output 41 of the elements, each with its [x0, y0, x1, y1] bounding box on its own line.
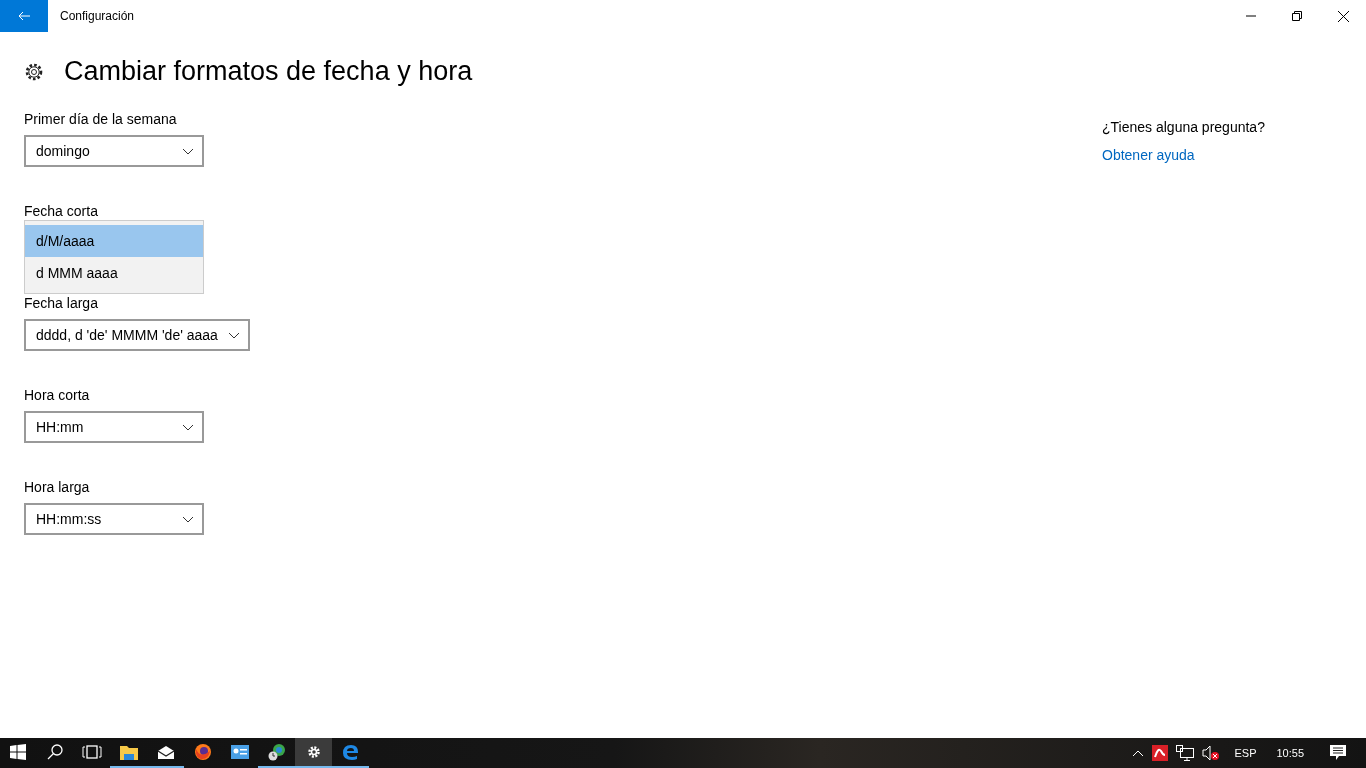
dropdown[interactable]: dddd, d 'de' MMMM 'de' aaaa: [24, 319, 250, 351]
contact-card-icon: [230, 745, 249, 759]
back-arrow-icon: [18, 11, 30, 21]
clock[interactable]: 10:55: [1270, 747, 1310, 759]
field-label: Fecha corta: [24, 203, 98, 219]
field-label: Primer día de la semana: [24, 111, 177, 127]
restore-icon: [1292, 11, 1302, 21]
close-icon: [1337, 10, 1349, 22]
chevron-down-icon: [182, 423, 194, 431]
chevron-down-icon: [182, 147, 194, 155]
settings-icon: [306, 745, 321, 759]
network-icon: [1176, 745, 1195, 761]
fox-globe-icon: [193, 743, 212, 761]
dropdown-option[interactable]: d/M/aaaa: [25, 225, 203, 257]
search-icon: [46, 744, 63, 760]
field-label: Hora larga: [24, 479, 90, 495]
globe-clock-icon: [267, 743, 286, 761]
chevron-up-icon: [1132, 749, 1145, 757]
language-indicator[interactable]: ESP: [1228, 747, 1263, 759]
task-view-icon: [81, 745, 102, 759]
field-label: Hora corta: [24, 387, 90, 403]
windows-logo-icon: [10, 744, 26, 760]
browser-e-icon: [342, 743, 359, 761]
taskbar-app[interactable]: [295, 738, 332, 768]
page-title: Cambiar formatos de fecha y hora: [64, 56, 473, 87]
dropdown[interactable]: domingo: [24, 135, 204, 167]
settings-icon: [24, 61, 44, 82]
dropdown[interactable]: HH:mm:ss: [24, 503, 204, 535]
chevron-down-icon: [182, 515, 194, 523]
notification-icon: [1330, 744, 1346, 760]
dropdown-option[interactable]: d MMM aaaa: [25, 257, 203, 289]
field-label: Fecha larga: [24, 295, 98, 311]
help-question: ¿Tienes alguna pregunta?: [1102, 119, 1265, 135]
envelope-icon: [157, 745, 174, 759]
antivirus-icon: [1152, 745, 1169, 761]
help-link[interactable]: Obtener ayuda: [1102, 147, 1195, 163]
dropdown[interactable]: HH:mm: [24, 411, 204, 443]
chevron-down-icon: [227, 331, 240, 339]
folder-icon: [119, 744, 138, 760]
window-title: Configuración: [60, 9, 136, 23]
muted-speaker-icon: [1202, 745, 1221, 761]
